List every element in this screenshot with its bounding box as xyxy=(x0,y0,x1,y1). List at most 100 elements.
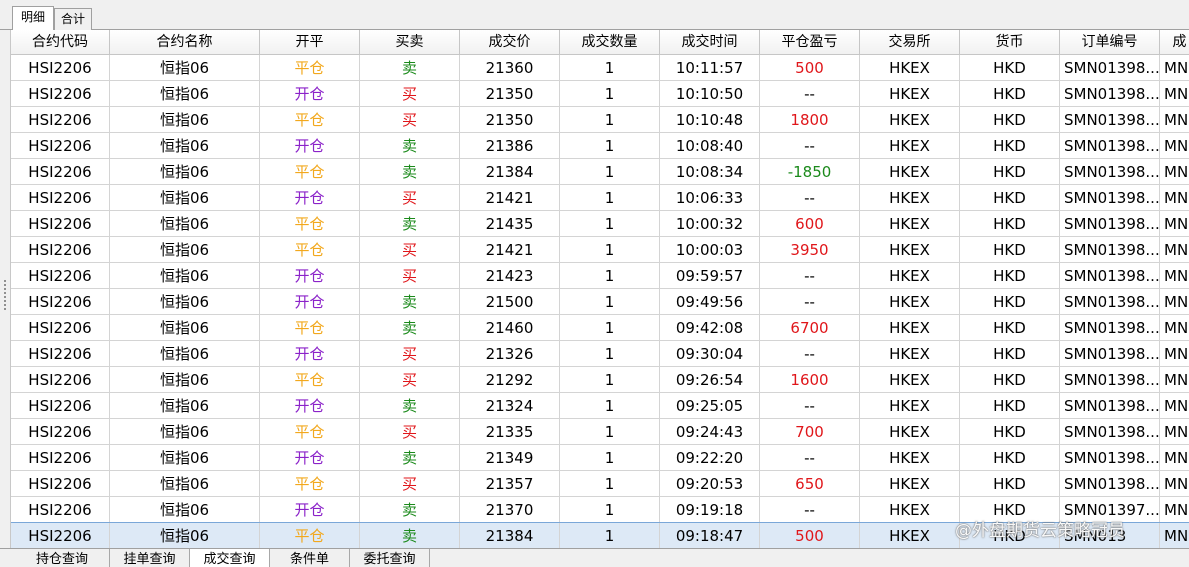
contract-code-cell: HSI2206 xyxy=(11,159,110,185)
col-exchange-header[interactable]: 交易所 xyxy=(860,30,960,55)
exchange-cell: HKEX xyxy=(860,341,960,367)
buy-sell-cell: 买 xyxy=(360,185,460,211)
contract-name-cell: 恒指06 xyxy=(110,81,260,107)
table-row[interactable]: HSI2206 恒指06 平仓卖 21384 1 10:08:34 -1850 HKEX HKD… xyxy=(11,159,1189,185)
order-no-cell: SMN01398... xyxy=(1060,341,1160,367)
pnl-cell: 3950 xyxy=(760,237,860,263)
currency-cell: HKD xyxy=(960,211,1060,237)
table-row[interactable]: HSI2206 恒指06 平仓卖 21435 1 10:00:32 600 HKEX HKD SM… xyxy=(11,211,1189,237)
col-time-header[interactable]: 成交时间 xyxy=(660,30,760,55)
table-row[interactable]: HSI2206 恒指06 平仓买 21357 1 09:20:53 650 HKEX HKD SM… xyxy=(11,471,1189,497)
time-cell: 09:18:47 xyxy=(660,523,760,548)
col-currency-header[interactable]: 货币 xyxy=(960,30,1060,55)
extra-cell: MN xyxy=(1160,107,1189,133)
open-close-cell: 平仓 xyxy=(260,419,360,445)
contract-code-cell: HSI2206 xyxy=(11,133,110,159)
table-row[interactable]: HSI2206 恒指06 开仓卖 21500 1 09:49:56 -- HKEX HKD SMN… xyxy=(11,289,1189,315)
table-row[interactable]: HSI2206 恒指06 开仓买 21421 1 10:06:33 -- HKEX HKD SMN… xyxy=(11,185,1189,211)
tab-pending-order-query[interactable]: 挂单查询 xyxy=(110,549,190,567)
price-cell: 21370 xyxy=(460,497,560,523)
open-close-cell: 平仓 xyxy=(260,159,360,185)
price-cell: 21435 xyxy=(460,211,560,237)
table-row[interactable]: HSI2206 恒指06 开仓卖 21370 1 09:19:18 -- HKEX HKD SMN… xyxy=(11,497,1189,523)
table-row[interactable]: HSI2206 恒指06 平仓买 21421 1 10:00:03 3950 HKEX HKD S… xyxy=(11,237,1189,263)
pnl-cell: -1850 xyxy=(760,159,860,185)
tab-trade-query[interactable]: 成交查询 xyxy=(190,549,270,567)
quantity-cell: 1 xyxy=(560,159,660,185)
col-order-no-header[interactable]: 订单编号 xyxy=(1060,30,1160,55)
table-row[interactable]: HSI2206 恒指06 平仓卖 21384 1 09:18:47 500 HKEX HKD SM… xyxy=(11,522,1189,548)
price-cell: 21421 xyxy=(460,185,560,211)
currency-cell: HKD xyxy=(960,497,1060,523)
quantity-cell: 1 xyxy=(560,523,660,548)
open-close-cell: 平仓 xyxy=(260,107,360,133)
tab-detail[interactable]: 明细 xyxy=(12,6,54,31)
open-close-cell: 开仓 xyxy=(260,497,360,523)
pnl-cell: -- xyxy=(760,185,860,211)
buy-sell-cell: 卖 xyxy=(360,133,460,159)
exchange-cell: HKEX xyxy=(860,211,960,237)
order-no-cell: SMN01397... xyxy=(1060,497,1160,523)
col-price-header[interactable]: 成交价 xyxy=(460,30,560,55)
quantity-cell: 1 xyxy=(560,497,660,523)
tab-position-query[interactable]: 持仓查询 xyxy=(15,549,110,567)
open-close-cell: 平仓 xyxy=(260,211,360,237)
table-row[interactable]: HSI2206 恒指06 开仓买 21326 1 09:30:04 -- HKEX HKD SMN… xyxy=(11,341,1189,367)
extra-cell: MN xyxy=(1160,497,1189,523)
time-cell: 09:49:56 xyxy=(660,289,760,315)
contract-code-cell: HSI2206 xyxy=(11,523,110,548)
pnl-cell: 1800 xyxy=(760,107,860,133)
extra-cell: MN xyxy=(1160,523,1189,548)
contract-name-cell: 恒指06 xyxy=(110,523,260,548)
col-extra-header[interactable]: 成 xyxy=(1160,30,1189,55)
table-row[interactable]: HSI2206 恒指06 开仓买 21423 1 09:59:57 -- HKEX HKD SMN… xyxy=(11,263,1189,289)
col-buy-sell-header[interactable]: 买卖 xyxy=(360,30,460,55)
order-no-cell: SMN01398... xyxy=(1060,289,1160,315)
open-close-cell: 开仓 xyxy=(260,445,360,471)
col-pnl-header[interactable]: 平仓盈亏 xyxy=(760,30,860,55)
buy-sell-cell: 买 xyxy=(360,81,460,107)
tab-total[interactable]: 合计 xyxy=(54,8,92,30)
time-cell: 09:24:43 xyxy=(660,419,760,445)
price-cell: 21335 xyxy=(460,419,560,445)
pnl-cell: 600 xyxy=(760,211,860,237)
order-no-cell: SMN01398... xyxy=(1060,315,1160,341)
open-close-cell: 平仓 xyxy=(260,315,360,341)
table-row[interactable]: HSI2206 恒指06 开仓卖 21349 1 09:22:20 -- HKEX HKD SMN… xyxy=(11,445,1189,471)
splitter-handle[interactable] xyxy=(0,30,11,548)
table-row[interactable]: HSI2206 恒指06 平仓买 21335 1 09:24:43 700 HKEX HKD SM… xyxy=(11,419,1189,445)
price-cell: 21350 xyxy=(460,107,560,133)
col-contract-name-header[interactable]: 合约名称 xyxy=(110,30,260,55)
contract-name-cell: 恒指06 xyxy=(110,159,260,185)
table-row[interactable]: HSI2206 恒指06 开仓卖 21324 1 09:25:05 -- HKEX HKD SMN… xyxy=(11,393,1189,419)
table-row[interactable]: HSI2206 恒指06 平仓卖 21360 1 10:11:57 500 HKEX HKD SM… xyxy=(11,55,1189,81)
table-row[interactable]: HSI2206 恒指06 开仓买 21350 1 10:10:50 -- HKEX HKD SMN… xyxy=(11,81,1189,107)
contract-name-cell: 恒指06 xyxy=(110,55,260,81)
extra-cell: MN xyxy=(1160,185,1189,211)
contract-code-cell: HSI2206 xyxy=(11,263,110,289)
contract-name-cell: 恒指06 xyxy=(110,263,260,289)
pnl-cell: 500 xyxy=(760,55,860,81)
col-quantity-header[interactable]: 成交数量 xyxy=(560,30,660,55)
currency-cell: HKD xyxy=(960,445,1060,471)
open-close-cell: 平仓 xyxy=(260,367,360,393)
quantity-cell: 1 xyxy=(560,107,660,133)
order-no-cell: SMN01398... xyxy=(1060,133,1160,159)
extra-cell: MN xyxy=(1160,393,1189,419)
price-cell: 21326 xyxy=(460,341,560,367)
price-cell: 21292 xyxy=(460,367,560,393)
table-row[interactable]: HSI2206 恒指06 平仓买 21292 1 09:26:54 1600 HKEX HKD S… xyxy=(11,367,1189,393)
table-row[interactable]: HSI2206 恒指06 平仓卖 21460 1 09:42:08 6700 HKEX HKD S… xyxy=(11,315,1189,341)
col-open-close-header[interactable]: 开平 xyxy=(260,30,360,55)
exchange-cell: HKEX xyxy=(860,185,960,211)
table-row[interactable]: HSI2206 恒指06 开仓卖 21386 1 10:08:40 -- HKEX HKD SMN… xyxy=(11,133,1189,159)
tab-order-query[interactable]: 委托查询 xyxy=(350,549,430,567)
tab-conditional-order[interactable]: 条件单 xyxy=(270,549,350,567)
exchange-cell: HKEX xyxy=(860,133,960,159)
price-cell: 21423 xyxy=(460,263,560,289)
price-cell: 21384 xyxy=(460,159,560,185)
table-row[interactable]: HSI2206 恒指06 平仓买 21350 1 10:10:48 1800 HKEX HKD S… xyxy=(11,107,1189,133)
col-contract-code-header[interactable]: 合约代码 xyxy=(11,30,110,55)
price-cell: 21350 xyxy=(460,81,560,107)
open-close-cell: 平仓 xyxy=(260,237,360,263)
